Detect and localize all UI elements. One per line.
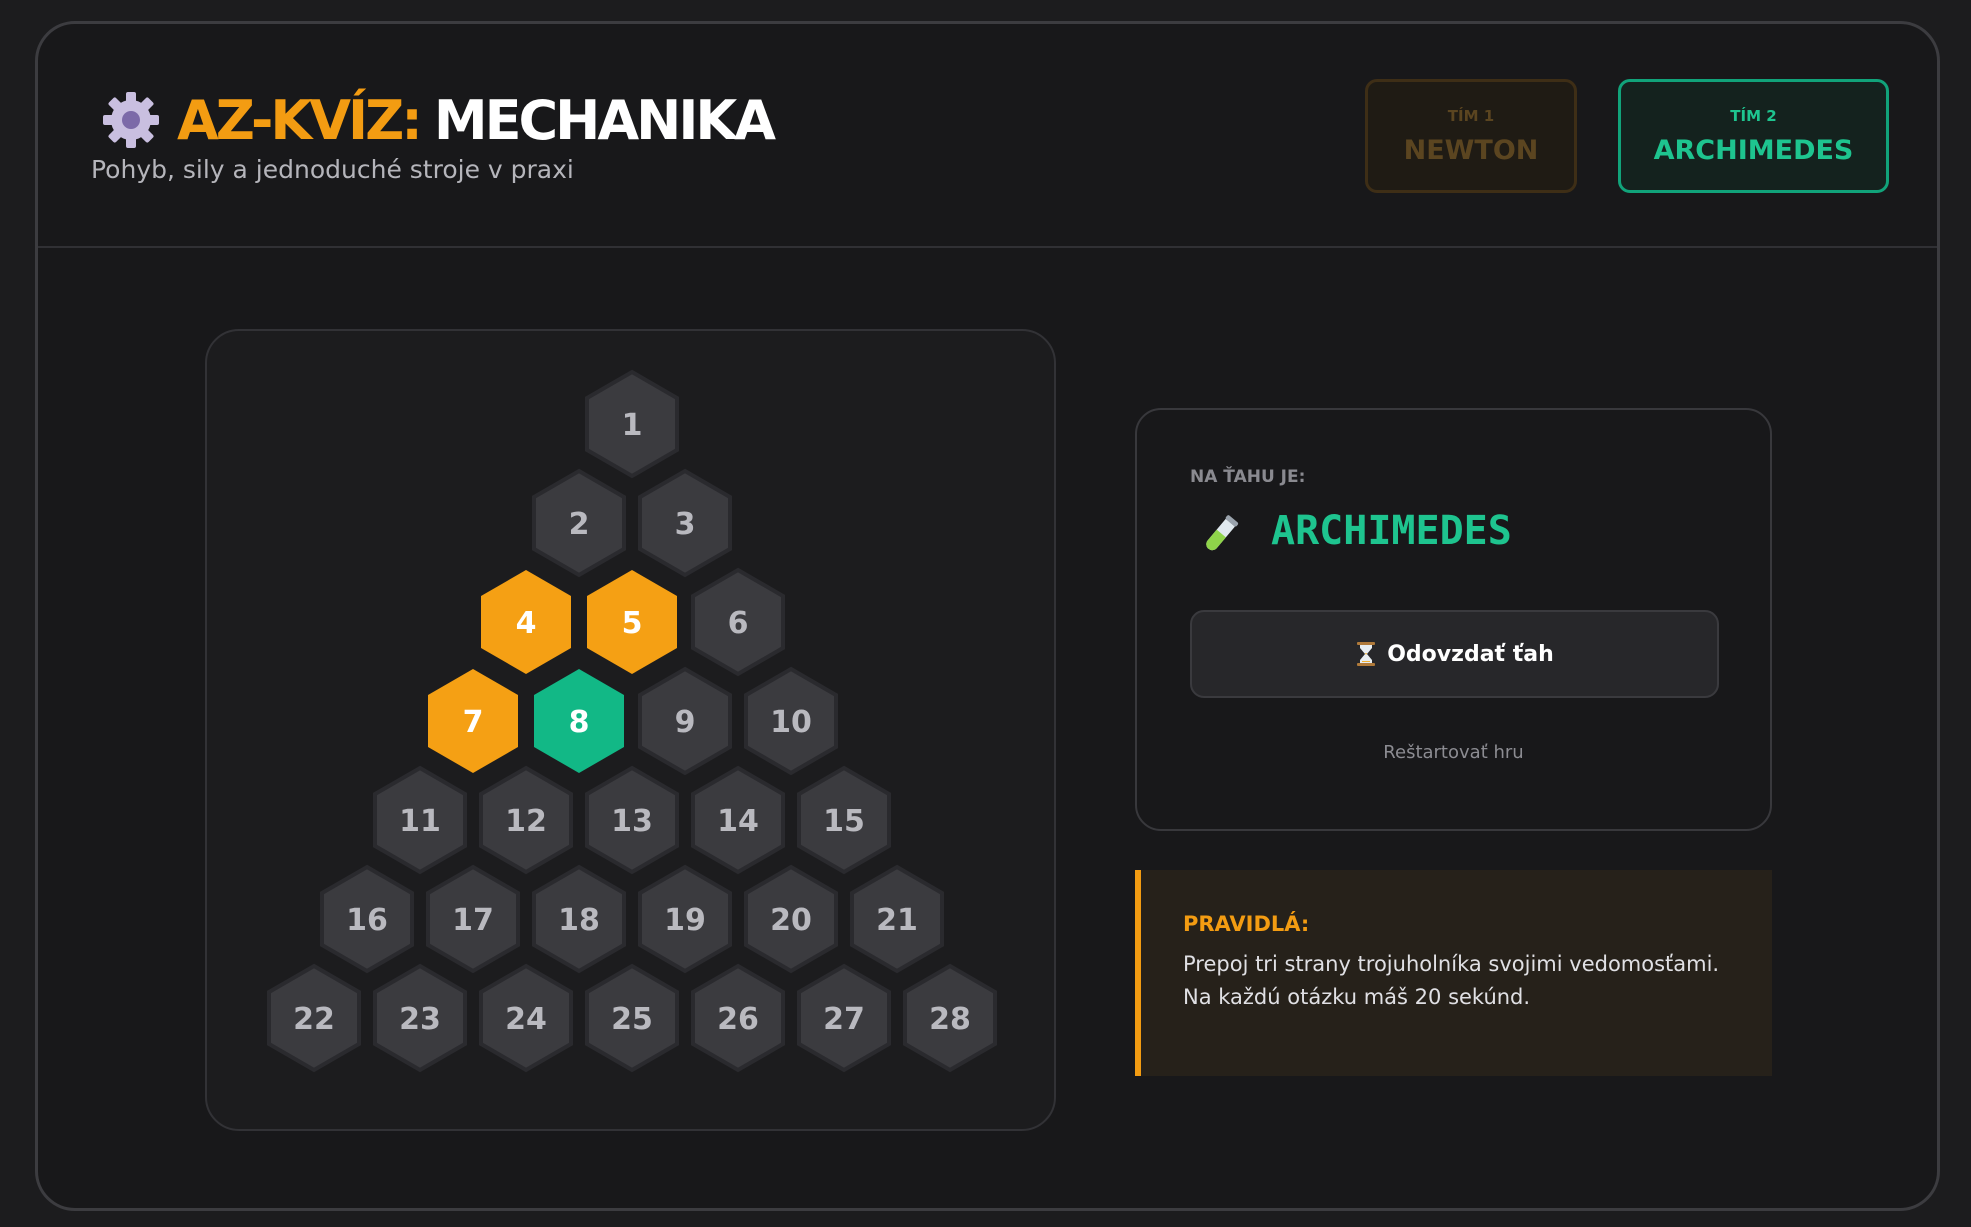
hex-cell-6[interactable]: 6 <box>691 567 785 677</box>
gear-icon <box>103 92 159 148</box>
turn-label: NA ŤAHU JE: <box>1190 467 1306 487</box>
hex-cell-14[interactable]: 14 <box>691 765 785 875</box>
hex-cell-16[interactable]: 16 <box>320 864 414 974</box>
hex-cell-24[interactable]: 24 <box>479 963 573 1073</box>
hourglass-icon <box>1357 642 1376 666</box>
hex-cell-17[interactable]: 17 <box>426 864 520 974</box>
rules-line: Na každú otázku máš 20 sekúnd. <box>1183 985 1531 1009</box>
hex-number: 22 <box>293 1002 335 1037</box>
team-2-name: ARCHIMEDES <box>1653 135 1854 166</box>
hex-cell-12[interactable]: 12 <box>479 765 573 875</box>
hex-cell-19[interactable]: 19 <box>638 864 732 974</box>
hex-number: 23 <box>399 1002 441 1037</box>
hex-number: 13 <box>611 804 653 839</box>
game-board: 1 2 3 4 5 6 7 8 9 10 11 12 13 14 15 16 17 18 19 20 21 22 23 24 2… <box>205 329 1056 1131</box>
hex-cell-10[interactable]: 10 <box>744 666 838 776</box>
hex-cell-22[interactable]: 22 <box>267 963 361 1073</box>
hex-number: 5 <box>622 606 643 641</box>
rules-panel: PRAVIDLÁ: Prepoj tri strany trojuholníka… <box>1135 870 1772 1076</box>
turn-panel: NA ŤAHU JE: ARCHIMEDES Odovzdať ťah Rešt… <box>1135 408 1772 831</box>
hex-number: 19 <box>664 903 706 938</box>
hex-cell-7[interactable]: 7 <box>428 669 518 773</box>
hex-cell-28[interactable]: 28 <box>903 963 997 1073</box>
hex-cell-4[interactable]: 4 <box>481 570 571 674</box>
hex-cell-20[interactable]: 20 <box>744 864 838 974</box>
pass-turn-label: Odovzdať ťah <box>1387 641 1554 667</box>
hex-number: 15 <box>823 804 865 839</box>
hex-cell-8[interactable]: 8 <box>534 669 624 773</box>
team-1-label: TÍM 1 <box>1447 107 1495 125</box>
hex-number: 14 <box>717 804 759 839</box>
current-team: ARCHIMEDES <box>1271 508 1512 554</box>
hex-cell-5[interactable]: 5 <box>587 570 677 674</box>
hex-number: 20 <box>770 903 812 938</box>
hex-cell-15[interactable]: 15 <box>797 765 891 875</box>
hex-number: 6 <box>728 606 749 641</box>
hex-number: 16 <box>346 903 388 938</box>
hex-number: 26 <box>717 1002 759 1037</box>
test-tube-icon <box>1206 515 1239 551</box>
game-frame: AZ-KVÍZ: MECHANIKA Pohyb, sily a jednodu… <box>35 21 1940 1211</box>
hex-cell-23[interactable]: 23 <box>373 963 467 1073</box>
team-2-label: TÍM 2 <box>1730 107 1777 125</box>
hex-number: 17 <box>452 903 494 938</box>
hex-number: 27 <box>823 1002 865 1037</box>
hex-cell-13[interactable]: 13 <box>585 765 679 875</box>
hex-number: 2 <box>569 507 590 542</box>
page-title: AZ-KVÍZ: MECHANIKA <box>101 84 776 156</box>
hex-cell-9[interactable]: 9 <box>638 666 732 776</box>
team-1-card: TÍM 1 NEWTON <box>1365 79 1577 193</box>
hex-pyramid: 12 34 5 67 8 9 1011 12 13 14 1516 17 18 19 20 2122 23 24 2… <box>267 369 997 1073</box>
hex-number: 4 <box>516 606 537 641</box>
restart-link[interactable]: Reštartovať hru <box>1137 742 1770 763</box>
hex-cell-3[interactable]: 3 <box>638 468 732 578</box>
hex-number: 10 <box>770 705 812 740</box>
hex-number: 21 <box>876 903 918 938</box>
hex-number: 3 <box>675 507 696 542</box>
hex-cell-2[interactable]: 2 <box>532 468 626 578</box>
hex-cell-21[interactable]: 21 <box>850 864 944 974</box>
hex-cell-27[interactable]: 27 <box>797 963 891 1073</box>
header: AZ-KVÍZ: MECHANIKA Pohyb, sily a jednodu… <box>38 24 1937 248</box>
hex-number: 24 <box>505 1002 547 1037</box>
hex-number: 8 <box>569 705 590 740</box>
hex-cell-25[interactable]: 25 <box>585 963 679 1073</box>
hex-number: 25 <box>611 1002 653 1037</box>
hex-number: 12 <box>505 804 547 839</box>
hex-number: 28 <box>929 1002 971 1037</box>
hex-cell-1[interactable]: 1 <box>585 369 679 479</box>
team-2-card: TÍM 2 ARCHIMEDES <box>1618 79 1889 193</box>
hex-cell-26[interactable]: 26 <box>691 963 785 1073</box>
pass-turn-button[interactable]: Odovzdať ťah <box>1190 610 1719 698</box>
hex-number: 1 <box>622 408 643 443</box>
title-main: MECHANIKA <box>433 88 776 152</box>
team-1-name: NEWTON <box>1403 135 1539 166</box>
hex-number: 11 <box>399 804 441 839</box>
hex-number: 18 <box>558 903 600 938</box>
title-accent: AZ-KVÍZ: <box>177 88 423 152</box>
hex-number: 7 <box>463 705 484 740</box>
hex-cell-11[interactable]: 11 <box>373 765 467 875</box>
hex-number: 9 <box>675 705 696 740</box>
hex-cell-18[interactable]: 18 <box>532 864 626 974</box>
rules-line: Prepoj tri strany trojuholníka svojimi v… <box>1183 952 1720 976</box>
rules-title: PRAVIDLÁ: <box>1183 912 1310 936</box>
subtitle: Pohyb, sily a jednoduché stroje v praxi <box>91 155 574 184</box>
